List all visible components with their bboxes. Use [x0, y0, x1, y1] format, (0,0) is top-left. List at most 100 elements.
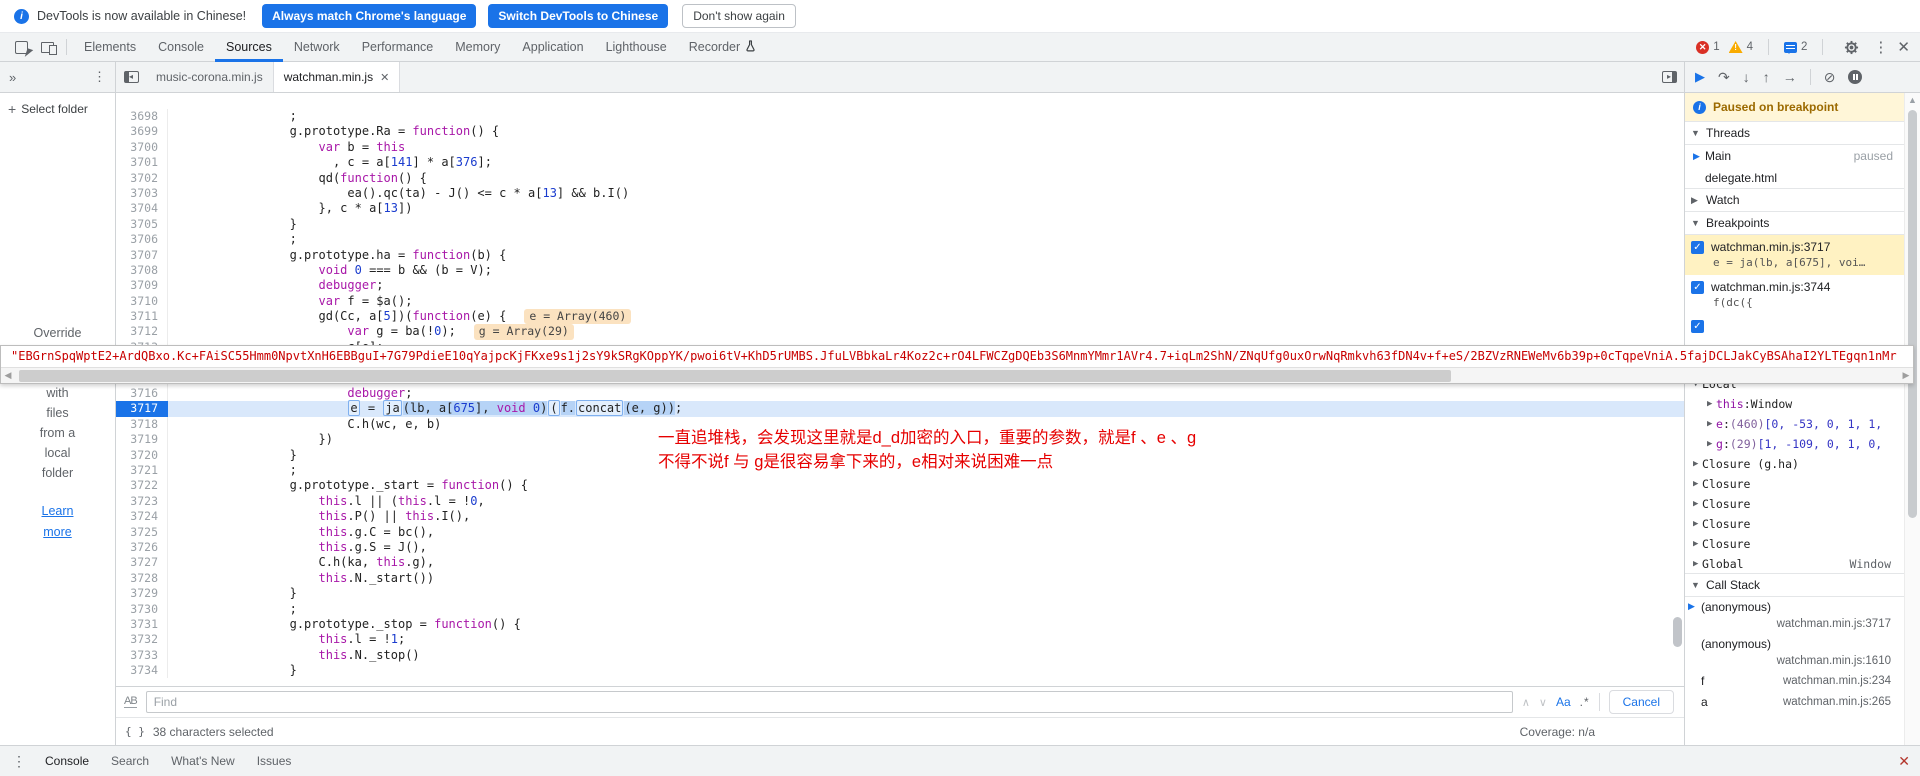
- code-line[interactable]: 3705 }: [116, 217, 1684, 232]
- line-number[interactable]: 3711: [116, 309, 168, 324]
- code-line[interactable]: 3727 C.h(ka, this.g),: [116, 555, 1684, 570]
- line-number[interactable]: 3702: [116, 171, 168, 186]
- code-line[interactable]: 3703 ea().qc(ta) - J() <= c * a[13] && b…: [116, 186, 1684, 201]
- find-input[interactable]: [146, 691, 1513, 713]
- line-number[interactable]: 3716: [116, 386, 168, 401]
- code-line[interactable]: 3704 }, c * a[13]): [116, 201, 1684, 216]
- line-number[interactable]: 3699: [116, 124, 168, 139]
- inspect-element-button[interactable]: [8, 34, 34, 60]
- tab-network[interactable]: Network: [283, 33, 351, 62]
- scope-variable[interactable]: ▶g: (29) [1, -109, 0, 1, 0,: [1685, 434, 1905, 454]
- threads-section-header[interactable]: ▼ Threads: [1685, 121, 1905, 145]
- breakpoint-checkbox[interactable]: ✓: [1691, 241, 1704, 254]
- callstack-frame[interactable]: fwatchman.min.js:234: [1685, 671, 1905, 692]
- scope-group[interactable]: ▶Closure: [1685, 474, 1905, 494]
- line-number[interactable]: 3710: [116, 294, 168, 309]
- line-number[interactable]: 3717: [116, 401, 168, 416]
- code-line[interactable]: 3728 this.N._start()): [116, 571, 1684, 586]
- line-number[interactable]: 3724: [116, 509, 168, 524]
- line-number[interactable]: 3726: [116, 540, 168, 555]
- match-case-toggle[interactable]: Aa: [1556, 695, 1571, 709]
- find-next-button[interactable]: ∨: [1539, 696, 1547, 709]
- watch-section-header[interactable]: ▶ Watch: [1685, 188, 1905, 212]
- line-number[interactable]: 3709: [116, 278, 168, 293]
- callstack-frame[interactable]: (anonymous)watchman.min.js:1610: [1685, 634, 1905, 671]
- learn-more-link[interactable]: Learnmore: [0, 501, 115, 543]
- drawer-tab-what-s-new[interactable]: What's New: [160, 746, 246, 776]
- code-line[interactable]: 3725 this.g.C = bc(),: [116, 525, 1684, 540]
- breakpoint-checkbox[interactable]: ✓: [1691, 281, 1704, 294]
- line-number[interactable]: 3708: [116, 263, 168, 278]
- line-number[interactable]: 3718: [116, 417, 168, 432]
- tooltip-scrollbar-thumb[interactable]: [19, 370, 1451, 382]
- line-number[interactable]: 3703: [116, 186, 168, 201]
- line-number[interactable]: 3705: [116, 217, 168, 232]
- scope-group[interactable]: ▶GlobalWindow: [1685, 554, 1905, 574]
- line-number[interactable]: 3720: [116, 448, 168, 463]
- code-line[interactable]: 3729 }: [116, 586, 1684, 601]
- step-into-button[interactable]: ↓: [1743, 70, 1750, 84]
- code-line[interactable]: 3724 this.P() || this.I(),: [116, 509, 1684, 524]
- line-number[interactable]: 3727: [116, 555, 168, 570]
- thread-row[interactable]: delegate.html: [1685, 167, 1905, 189]
- tooltip-scrollbar[interactable]: ◀ ▶: [1, 367, 1913, 383]
- code-line[interactable]: 3700 var b = this: [116, 140, 1684, 155]
- code-line[interactable]: 3702 qd(function() {: [116, 171, 1684, 186]
- line-number[interactable]: 3701: [116, 155, 168, 170]
- find-previous-button[interactable]: ∧: [1522, 696, 1530, 709]
- code-line[interactable]: 3710 var f = $a();: [116, 294, 1684, 309]
- scroll-up-arrow[interactable]: ▲: [1905, 93, 1920, 107]
- scope-variable[interactable]: ▶this: Window: [1685, 394, 1905, 414]
- regex-toggle[interactable]: .*: [1580, 695, 1590, 709]
- line-number[interactable]: 3706: [116, 232, 168, 247]
- switch-to-chinese-button[interactable]: Switch DevTools to Chinese: [488, 4, 668, 28]
- tab-lighthouse[interactable]: Lighthouse: [595, 33, 678, 62]
- breakpoint-entry[interactable]: ✓watchman.min.js:3717e = ja(lb, a[675], …: [1685, 235, 1905, 275]
- select-folder-button[interactable]: + Select folder: [0, 93, 115, 125]
- code-line[interactable]: 3698 ;: [116, 109, 1684, 124]
- line-number[interactable]: 3731: [116, 617, 168, 632]
- code-line[interactable]: 3723 this.l || (this.l = !0,: [116, 494, 1684, 509]
- panel-scrollbar-thumb[interactable]: [1908, 110, 1917, 518]
- line-number[interactable]: 3698: [116, 109, 168, 124]
- code-line[interactable]: 3711 gd(Cc, a[5])(function(e) {e = Array…: [116, 309, 1684, 324]
- breakpoint-entry[interactable]: ✓: [1685, 315, 1905, 339]
- code-line[interactable]: 3708 void 0 === b && (b = V);: [116, 263, 1684, 278]
- close-tab-icon[interactable]: ✕: [380, 71, 389, 84]
- line-number[interactable]: 3733: [116, 648, 168, 663]
- tab-performance[interactable]: Performance: [351, 33, 445, 62]
- code-line[interactable]: 3707 g.prototype.ha = function(b) {: [116, 248, 1684, 263]
- step-button[interactable]: →: [1783, 70, 1797, 84]
- always-match-language-button[interactable]: Always match Chrome's language: [262, 4, 476, 28]
- line-number[interactable]: 3707: [116, 248, 168, 263]
- deactivate-breakpoints-button[interactable]: ⊘: [1824, 69, 1836, 86]
- step-over-button[interactable]: ↷: [1718, 70, 1730, 84]
- callstack-frame[interactable]: ▶(anonymous)watchman.min.js:3717: [1685, 597, 1905, 634]
- breakpoint-checkbox[interactable]: ✓: [1691, 320, 1704, 333]
- code-editor[interactable]: 3698 ;3699 g.prototype.Ra = function() {…: [116, 93, 1684, 686]
- breakpoints-section-header[interactable]: ▼ Breakpoints: [1685, 211, 1905, 235]
- code-line[interactable]: 3706 ;: [116, 232, 1684, 247]
- drawer-tab-issues[interactable]: Issues: [246, 746, 303, 776]
- line-number[interactable]: 3732: [116, 632, 168, 647]
- toggle-navigator-button[interactable]: ◂: [116, 62, 146, 92]
- file-tab-music-corona.min.js[interactable]: music-corona.min.js: [146, 62, 274, 92]
- line-number[interactable]: 3734: [116, 663, 168, 678]
- tab-application[interactable]: Application: [511, 33, 594, 62]
- step-target-token[interactable]: ja: [383, 400, 401, 416]
- scope-group[interactable]: ▶Closure: [1685, 514, 1905, 534]
- line-number[interactable]: 3728: [116, 571, 168, 586]
- line-number[interactable]: 3729: [116, 586, 168, 601]
- code-line[interactable]: 3734 }: [116, 663, 1684, 678]
- scroll-left-arrow[interactable]: ◀: [1, 370, 15, 381]
- device-toolbar-button[interactable]: [34, 34, 60, 60]
- scope-variable[interactable]: ▶e: (460) [0, -53, 0, 1, 1,: [1685, 414, 1905, 434]
- code-line[interactable]: 3716 debugger;: [116, 386, 1684, 401]
- thread-row[interactable]: ▶Mainpaused: [1685, 145, 1905, 167]
- line-number[interactable]: 3704: [116, 201, 168, 216]
- callstack-section-header[interactable]: ▼ Call Stack: [1685, 573, 1905, 597]
- resume-script-button[interactable]: ▶: [1695, 70, 1705, 84]
- warning-badge[interactable]: ! 4: [1729, 41, 1753, 53]
- line-number[interactable]: 3723: [116, 494, 168, 509]
- settings-button[interactable]: [1838, 34, 1864, 60]
